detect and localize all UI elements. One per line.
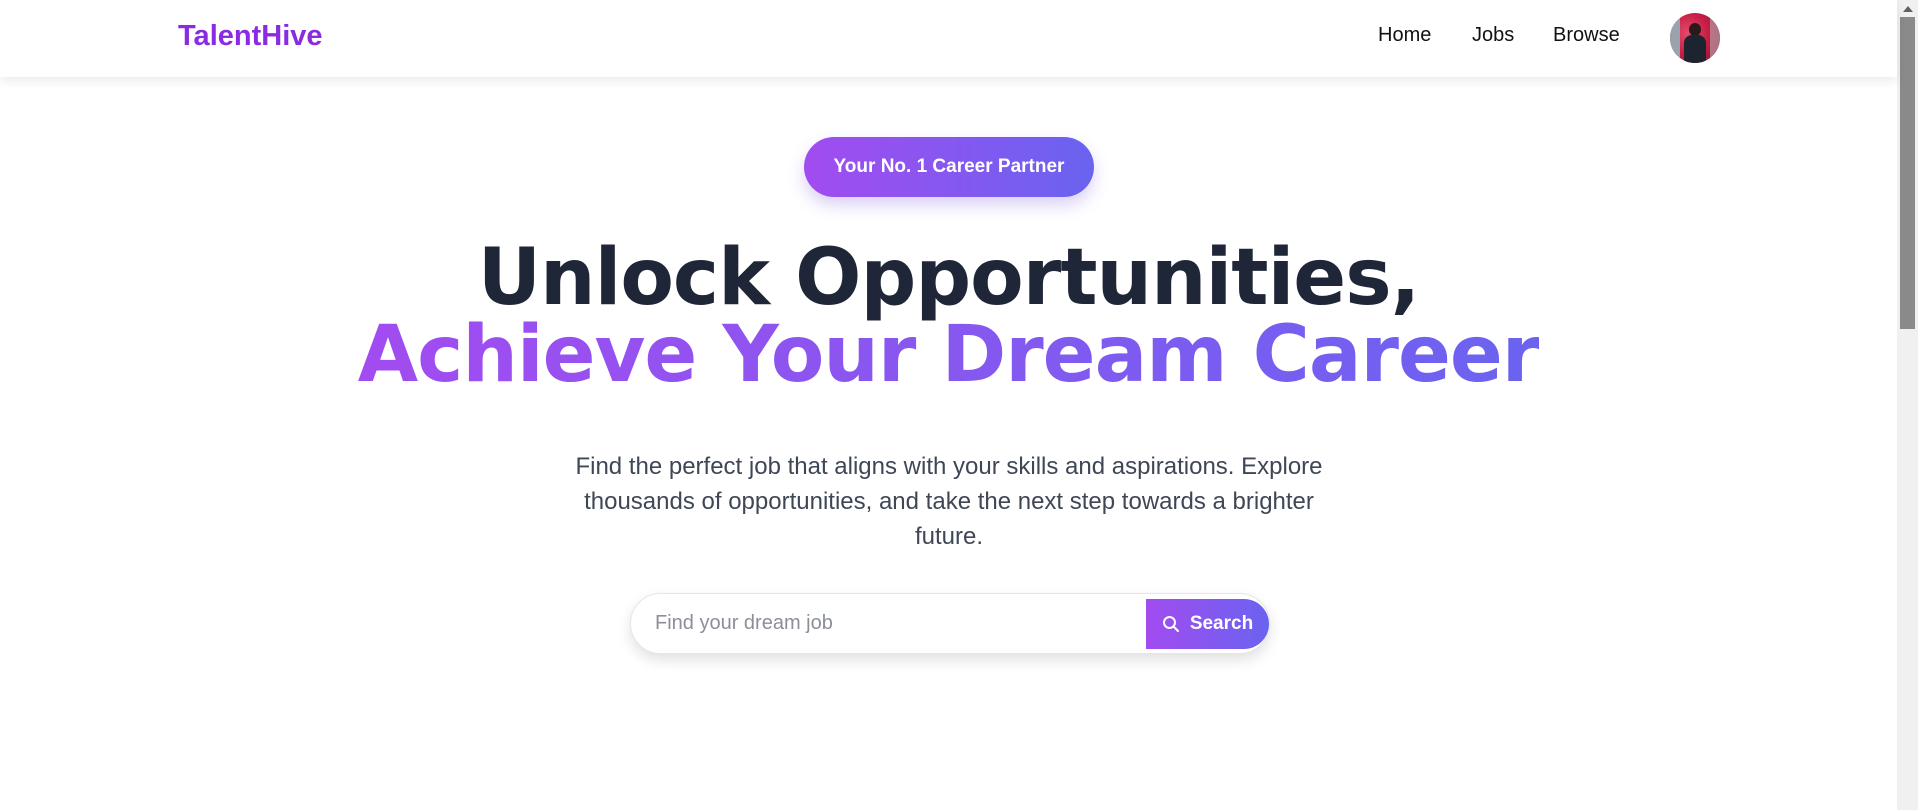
search-icon — [1162, 615, 1180, 633]
search-button[interactable]: Search — [1146, 599, 1269, 649]
headline-gradient-text: Achieve Your Dream Career — [357, 310, 1541, 400]
avatar-bg-left — [1670, 13, 1680, 63]
scrollbar-thumb[interactable] — [1900, 17, 1915, 329]
search-bar: Search — [630, 593, 1270, 654]
vertical-scrollbar[interactable] — [1897, 0, 1918, 810]
avatar-bg-right — [1710, 13, 1720, 63]
search-input[interactable] — [655, 594, 1155, 653]
headline-line-2: Achieve Your Dream Career — [0, 310, 1897, 400]
search-button-label: Search — [1189, 613, 1254, 634]
user-avatar[interactable] — [1670, 13, 1720, 63]
avatar-body — [1684, 35, 1706, 63]
brand-logo[interactable]: TalentHive — [178, 20, 323, 53]
nav-link-home[interactable]: Home — [1378, 24, 1431, 47]
hero-subtitle: Find the perfect job that aligns with yo… — [575, 453, 1323, 550]
scroll-up-arrow-icon[interactable] — [1897, 0, 1918, 17]
navbar: TalentHive Home Jobs Browse — [0, 0, 1897, 77]
nav-link-jobs[interactable]: Jobs — [1472, 24, 1514, 47]
nav-link-browse[interactable]: Browse — [1553, 24, 1620, 47]
career-partner-badge: Your No. 1 Career Partner — [804, 137, 1094, 197]
page: TalentHive Home Jobs Browse Your No. 1 C… — [0, 0, 1897, 810]
